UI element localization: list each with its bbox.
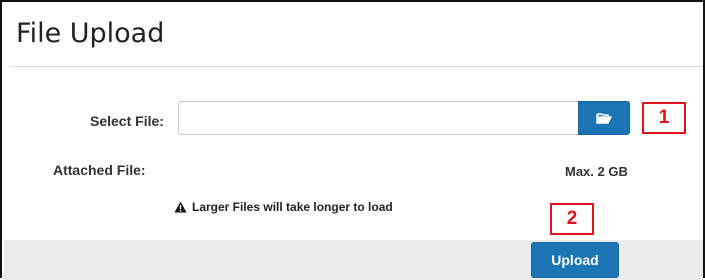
warning-text: Larger Files will take longer to load	[192, 200, 393, 214]
file-upload-panel: File Upload Select File: 1 Attached File…	[0, 0, 705, 280]
page-title: File Upload	[16, 18, 165, 49]
file-path-input[interactable]	[178, 101, 578, 135]
callout-marker-2: 2	[550, 203, 594, 235]
upload-button[interactable]: Upload	[531, 242, 619, 278]
select-file-label: Select File:	[90, 113, 164, 129]
max-size-text: Max. 2 GB	[565, 164, 628, 179]
title-divider	[10, 66, 703, 67]
callout-marker-1: 1	[642, 102, 686, 134]
large-file-warning: Larger Files will take longer to load	[174, 200, 393, 214]
folder-open-icon	[596, 112, 612, 124]
attached-file-label: Attached File:	[53, 162, 146, 178]
warning-triangle-icon	[174, 201, 187, 213]
browse-file-button[interactable]	[578, 101, 630, 135]
